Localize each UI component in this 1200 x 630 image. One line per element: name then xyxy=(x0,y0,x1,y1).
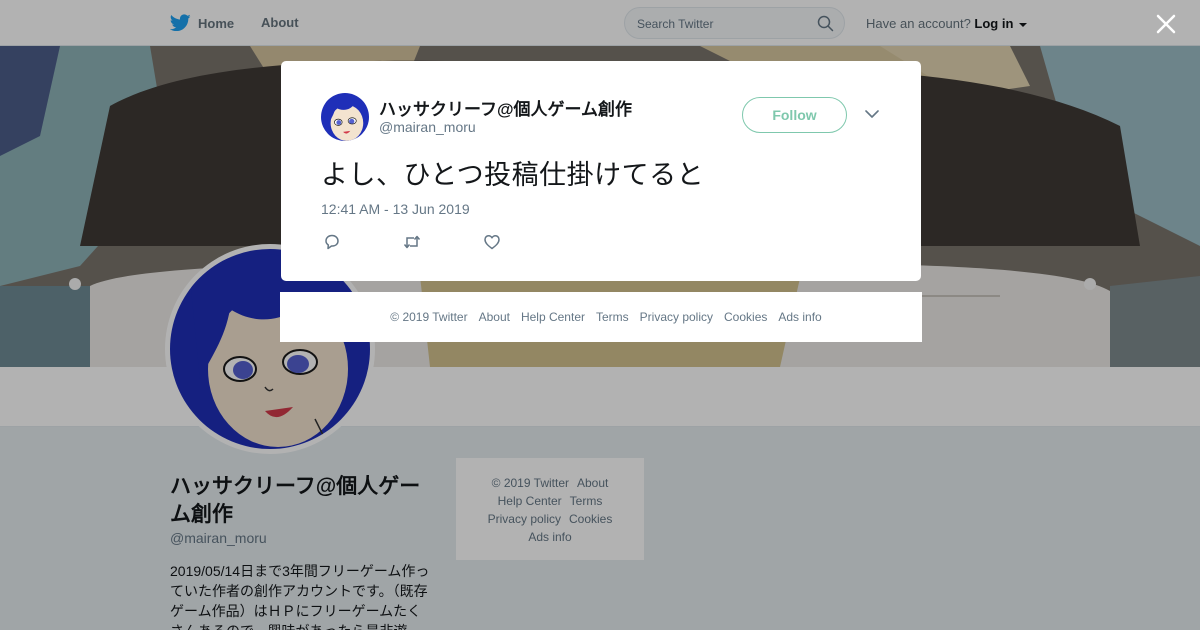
tweet-author-avatar[interactable] xyxy=(321,93,369,141)
chevron-down-icon[interactable] xyxy=(865,109,879,119)
footer-ads-info-link[interactable]: Ads info xyxy=(778,310,821,324)
footer-terms-link[interactable]: Terms xyxy=(596,310,629,324)
follow-button[interactable]: Follow xyxy=(742,97,847,133)
footer-about-link[interactable]: About xyxy=(479,310,510,324)
tweet-text: よし、ひとつ投稿仕掛けてると xyxy=(321,160,705,190)
footer-help-center-link[interactable]: Help Center xyxy=(521,310,585,324)
retweet-icon[interactable] xyxy=(402,232,422,252)
tweet-author-handle[interactable]: @mairan_moru xyxy=(379,119,476,135)
tweet-author-avatar-image xyxy=(321,93,369,141)
modal-footer: © 2019 Twitter About Help Center Terms P… xyxy=(280,292,922,342)
footer-privacy-link[interactable]: Privacy policy xyxy=(640,310,713,324)
close-icon[interactable] xyxy=(1152,10,1180,38)
footer-copyright: © 2019 Twitter xyxy=(390,310,468,324)
reply-icon[interactable] xyxy=(322,232,342,252)
like-icon[interactable] xyxy=(482,232,502,252)
tweet-timestamp[interactable]: 12:41 AM - 13 Jun 2019 xyxy=(321,201,470,217)
footer-cookies-link[interactable]: Cookies xyxy=(724,310,767,324)
tweet-modal: ハッサクリーフ@個人ゲーム創作 @mairan_moru Follow よし、ひ… xyxy=(281,61,921,281)
tweet-author-name[interactable]: ハッサクリーフ@個人ゲーム創作 xyxy=(379,95,632,120)
